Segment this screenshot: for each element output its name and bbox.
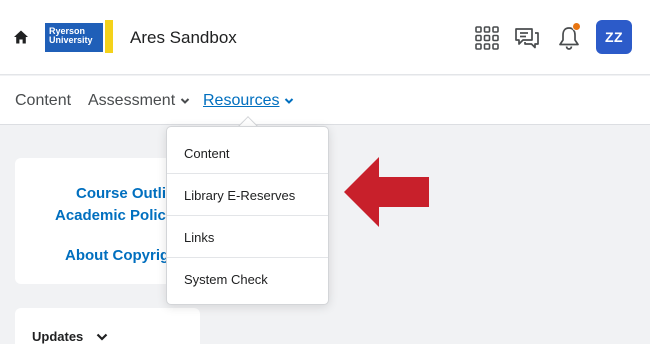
home-icon[interactable] <box>13 29 29 45</box>
nav-item-label: Content <box>15 92 72 109</box>
notification-badge <box>572 22 581 31</box>
red-arrow-icon <box>344 157 429 227</box>
about-copyright-link[interactable]: About Copyrig <box>65 247 169 264</box>
academic-policies-link[interactable]: Academic Polici <box>55 207 170 224</box>
nav-item-label: Assessment <box>88 92 176 109</box>
menu-item-system-check[interactable]: System Check <box>167 258 328 300</box>
course-outline-link[interactable]: Course Outli <box>76 185 166 202</box>
chevron-down-icon <box>180 98 190 104</box>
logo-text: Ryerson University <box>49 27 103 45</box>
ryerson-logo[interactable]: Ryerson University <box>45 20 113 53</box>
top-bar: Ryerson University Ares Sandbox ZZ <box>0 0 650 75</box>
menu-item-content[interactable]: Content <box>167 132 328 174</box>
logo-stripe <box>105 20 113 53</box>
nav-item-label: Resources <box>203 92 280 109</box>
chevron-down-icon[interactable] <box>96 333 108 341</box>
logo-line-2: University <box>49 35 93 45</box>
nav-item-assessment[interactable]: Assessment <box>88 92 190 110</box>
org-title[interactable]: Ares Sandbox <box>130 28 237 48</box>
updates-widget: Updates <box>15 308 200 344</box>
apps-grid-icon[interactable] <box>473 24 501 52</box>
updates-title[interactable]: Updates <box>32 329 83 344</box>
menu-item-links[interactable]: Links <box>167 216 328 258</box>
course-navbar: Content Assessment Resources <box>0 76 650 125</box>
chevron-down-icon <box>285 98 294 104</box>
messages-icon[interactable] <box>513 24 541 52</box>
menu-item-library-e-reserves[interactable]: Library E-Reserves <box>167 174 328 216</box>
nav-item-content[interactable]: Content <box>15 92 71 110</box>
resources-dropdown-menu: Content Library E-Reserves Links System … <box>166 126 329 305</box>
user-avatar[interactable]: ZZ <box>596 20 632 54</box>
nav-item-resources[interactable]: Resources <box>203 92 294 110</box>
